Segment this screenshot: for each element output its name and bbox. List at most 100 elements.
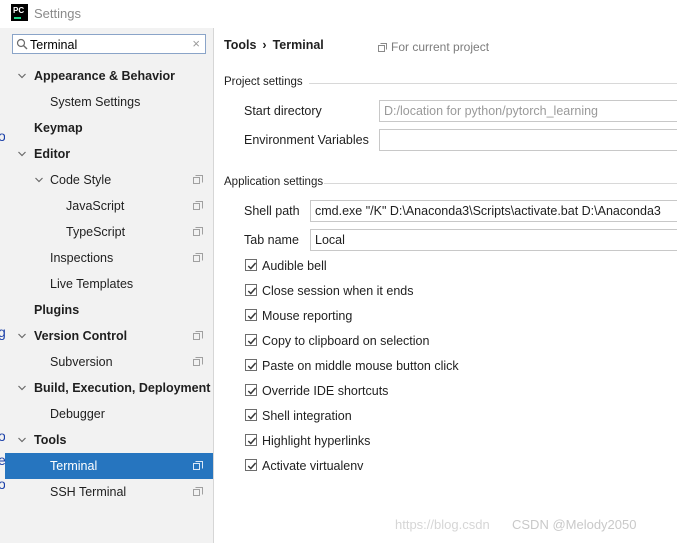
sidebar-item-label: System Settings <box>50 95 141 109</box>
check-icon <box>247 287 257 295</box>
sidebar-item-label: Editor <box>34 147 71 161</box>
checkbox-box[interactable] <box>245 409 257 421</box>
sidebar-item-typescript[interactable]: TypeScript <box>5 219 213 245</box>
chevron-down-icon[interactable] <box>18 72 26 80</box>
sidebar-item-label: Tools <box>34 433 67 447</box>
sidebar-item-label: Appearance & Behavior <box>34 69 176 83</box>
project-scope-icon <box>193 175 203 184</box>
checkbox-label: Copy to clipboard on selection <box>262 334 430 348</box>
project-scope-icon <box>193 331 203 340</box>
project-scope-icon <box>193 487 203 496</box>
sidebar-item-label: Subversion <box>50 355 113 369</box>
check-icon <box>247 437 257 445</box>
sidebar-item-javascript[interactable]: JavaScript <box>5 193 213 219</box>
sidebar-item-inspections[interactable]: Inspections <box>5 245 213 271</box>
sidebar-item-system-settings[interactable]: System Settings <box>5 89 213 115</box>
checkbox-box[interactable] <box>245 384 257 396</box>
sidebar-item-ssh-terminal[interactable]: SSH Terminal <box>5 479 213 505</box>
sidebar-item-label: Build, Execution, Deployment <box>34 381 211 395</box>
scope-indicator: For current project <box>378 40 489 54</box>
tab-name-label: Tab name <box>244 233 299 247</box>
sidebar-item-label: Debugger <box>50 407 105 421</box>
sidebar-item-editor[interactable]: Editor <box>5 141 213 167</box>
start-directory-label: Start directory <box>244 104 322 118</box>
tab-name-field[interactable]: Local <box>310 229 677 251</box>
pycharm-logo-icon: PC <box>11 4 28 21</box>
chevron-down-icon[interactable] <box>18 332 26 340</box>
chevron-down-icon[interactable] <box>35 176 43 184</box>
window-title: Settings <box>34 6 81 21</box>
check-icon <box>247 262 257 270</box>
checkbox-box[interactable] <box>245 259 257 271</box>
checkbox-box[interactable] <box>245 334 257 346</box>
sidebar-item-label: Keymap <box>34 121 83 135</box>
sidebar-item-code-style[interactable]: Code Style <box>5 167 213 193</box>
sidebar-item-version-control[interactable]: Version Control <box>5 323 213 349</box>
sidebar-item-appearance-behavior[interactable]: Appearance & Behavior <box>5 63 213 89</box>
settings-content: Tools › Terminal For current project Proje… <box>214 28 677 543</box>
breadcrumb-separator: › <box>262 38 267 52</box>
sidebar-item-subversion[interactable]: Subversion <box>5 349 213 375</box>
sidebar-item-plugins[interactable]: Plugins <box>5 297 213 323</box>
sidebar-item-live-templates[interactable]: Live Templates <box>5 271 213 297</box>
project-settings-title: Project settings <box>224 76 303 88</box>
check-icon <box>247 462 257 470</box>
project-scope-icon <box>193 461 203 470</box>
chevron-down-icon[interactable] <box>18 150 26 158</box>
check-icon <box>247 362 257 370</box>
breadcrumb-parent[interactable]: Tools <box>224 38 256 52</box>
chevron-down-icon[interactable] <box>18 384 26 392</box>
checkbox-label: Activate virtualenv <box>262 459 364 473</box>
checkbox-label: Close session when it ends <box>262 284 414 298</box>
checkbox-box[interactable] <box>245 459 257 471</box>
sidebar-item-label: Code Style <box>50 173 112 187</box>
sidebar-item-label: Version Control <box>34 329 128 343</box>
check-icon <box>247 387 257 395</box>
checkbox-box[interactable] <box>245 284 257 296</box>
checkbox-box[interactable] <box>245 309 257 321</box>
chevron-down-icon[interactable] <box>18 436 26 444</box>
search-box[interactable]: × <box>12 34 206 54</box>
shell-path-field[interactable]: cmd.exe "/K" D:\Anaconda3\Scripts\activa… <box>310 200 677 222</box>
sidebar-item-label: JavaScript <box>66 199 125 213</box>
search-icon <box>16 38 28 50</box>
sidebar-item-label: TypeScript <box>66 225 126 239</box>
section-divider <box>324 183 677 184</box>
project-scope-icon <box>378 43 387 52</box>
search-input[interactable] <box>30 37 180 52</box>
start-directory-field[interactable]: D:/location for python/pytorch_learning <box>379 100 677 122</box>
sidebar-item-label: Terminal <box>50 459 98 473</box>
sidebar-item-label: Inspections <box>50 251 114 265</box>
environment-variables-label: Environment Variables <box>244 133 369 147</box>
project-scope-icon <box>193 357 203 366</box>
sidebar-item-tools[interactable]: Tools <box>5 427 213 453</box>
checkbox-label: Highlight hyperlinks <box>262 434 371 448</box>
sidebar-item-debugger[interactable]: Debugger <box>5 401 213 427</box>
settings-sidebar: × Appearance & Behavior System Settings Ke… <box>5 28 214 543</box>
sidebar-item-terminal[interactable]: Terminal <box>5 453 213 479</box>
checkbox-box[interactable] <box>245 359 257 371</box>
check-icon <box>247 412 257 420</box>
sidebar-item-label: Plugins <box>34 303 80 317</box>
clear-search-icon[interactable]: × <box>192 37 200 51</box>
sidebar-item-keymap[interactable]: Keymap <box>5 115 213 141</box>
check-icon <box>247 337 257 345</box>
sidebar-item-label: Live Templates <box>50 277 134 291</box>
breadcrumb: Tools › Terminal <box>224 38 324 52</box>
environment-variables-field[interactable] <box>379 129 677 151</box>
project-scope-icon <box>193 201 203 210</box>
sidebar-item-build-execution-deployment[interactable]: Build, Execution, Deployment <box>5 375 213 401</box>
shell-path-label: Shell path <box>244 204 300 218</box>
section-divider <box>309 83 677 84</box>
breadcrumb-current: Terminal <box>272 38 324 52</box>
project-scope-icon <box>193 253 203 262</box>
checkbox-label: Audible bell <box>262 259 327 273</box>
checkbox-label: Paste on middle mouse button click <box>262 359 459 373</box>
project-scope-icon <box>193 227 203 236</box>
watermark-url: https://blog.csdn <box>395 517 490 532</box>
watermark: CSDN @Melody2050 <box>512 517 637 532</box>
application-settings-title: Application settings <box>224 176 324 188</box>
scope-label: For current project <box>391 40 490 54</box>
checkbox-box[interactable] <box>245 434 257 446</box>
check-icon <box>247 312 257 320</box>
